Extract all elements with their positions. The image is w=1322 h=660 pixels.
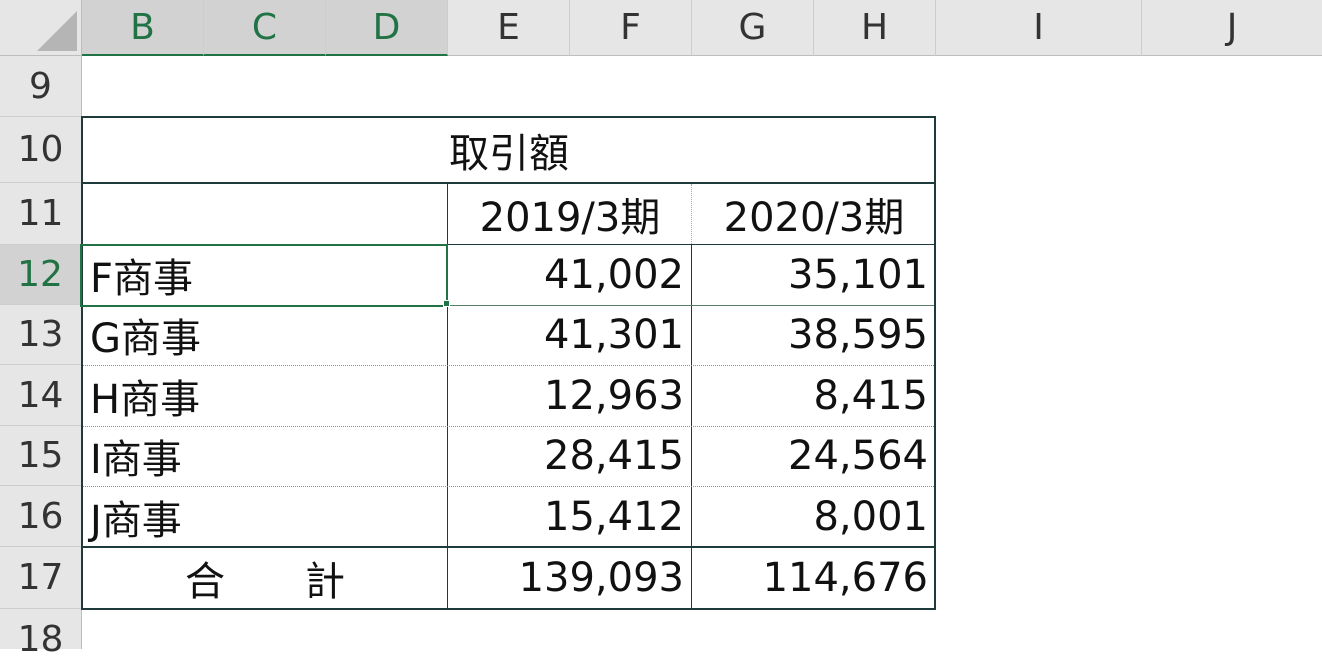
company-name-cell[interactable]: J商事 xyxy=(82,486,448,547)
column-header-e[interactable]: E xyxy=(448,0,570,56)
column-header-b[interactable]: B xyxy=(82,0,204,56)
row-header-18[interactable]: 18 xyxy=(0,609,82,660)
value-2019-cell[interactable]: 15,412 xyxy=(448,486,692,547)
value-2020-cell[interactable]: 35,101 xyxy=(692,245,936,305)
header-2019[interactable]: 2019/3期 xyxy=(448,183,692,245)
company-name-cell[interactable]: H商事 xyxy=(82,365,448,426)
company-name-cell[interactable]: I商事 xyxy=(82,426,448,486)
column-header-f[interactable]: F xyxy=(570,0,692,56)
table-border xyxy=(81,608,936,610)
table-border xyxy=(934,116,936,610)
row-header-17[interactable]: 17 xyxy=(0,547,82,609)
value-2019-cell[interactable]: 41,301 xyxy=(448,305,692,365)
column-header-i[interactable]: I xyxy=(936,0,1142,56)
value-2020-cell[interactable]: 8,001 xyxy=(692,486,936,547)
value-2019-cell[interactable]: 28,415 xyxy=(448,426,692,486)
table-border xyxy=(448,305,934,306)
header-2020[interactable]: 2020/3期 xyxy=(692,183,936,245)
table-border xyxy=(81,182,936,184)
value-2019-cell[interactable]: 41,002 xyxy=(448,245,692,305)
table-border xyxy=(81,116,936,118)
table-border-dotted xyxy=(83,365,934,366)
column-header-g[interactable]: G xyxy=(692,0,814,56)
select-all-corner[interactable] xyxy=(0,0,82,56)
value-2020-cell[interactable]: 8,415 xyxy=(692,365,936,426)
row-header-16[interactable]: 16 xyxy=(0,486,82,547)
total-2019-cell[interactable]: 139,093 xyxy=(448,547,692,609)
row-header-9[interactable]: 9 xyxy=(0,56,82,117)
table-border xyxy=(81,546,936,548)
company-name-cell[interactable]: G商事 xyxy=(82,305,448,365)
row-header-10[interactable]: 10 xyxy=(0,117,82,183)
table-border-dotted xyxy=(83,486,934,487)
total-2020-cell[interactable]: 114,676 xyxy=(692,547,936,609)
cell-selection-box xyxy=(80,244,448,307)
value-2020-cell[interactable]: 24,564 xyxy=(692,426,936,486)
fill-handle[interactable] xyxy=(443,300,450,307)
table-border-dotted xyxy=(691,184,692,244)
column-header-j[interactable]: J xyxy=(1142,0,1322,56)
column-header-h[interactable]: H xyxy=(814,0,936,56)
total-label-cell[interactable]: 合 計 xyxy=(82,547,448,609)
table-title[interactable]: 取引額 xyxy=(82,117,936,183)
value-2019-cell[interactable]: 12,963 xyxy=(448,365,692,426)
row-header-13[interactable]: 13 xyxy=(0,305,82,365)
row-header-15[interactable]: 15 xyxy=(0,426,82,486)
row-header-14[interactable]: 14 xyxy=(0,365,82,426)
table-border xyxy=(691,245,692,610)
table-border-dotted xyxy=(83,426,934,427)
row-header-12[interactable]: 12 xyxy=(0,245,82,305)
row-header-11[interactable]: 11 xyxy=(0,183,82,245)
table-border xyxy=(81,116,83,610)
column-header-d[interactable]: D xyxy=(326,0,448,56)
value-2020-cell[interactable]: 38,595 xyxy=(692,305,936,365)
column-header-c[interactable]: C xyxy=(204,0,326,56)
